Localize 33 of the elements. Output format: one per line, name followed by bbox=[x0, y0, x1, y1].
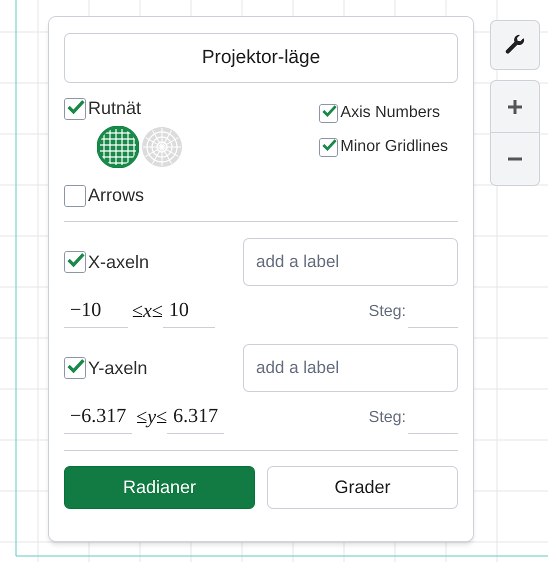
relation-symbol: ≤ bbox=[156, 405, 168, 430]
label-field[interactable]: add a label bbox=[243, 238, 458, 286]
checkbox[interactable] bbox=[64, 251, 86, 273]
variable: x bbox=[142, 299, 152, 324]
max-field[interactable]: 10 bbox=[162, 295, 215, 328]
checkbox[interactable] bbox=[319, 104, 338, 122]
step-label: Steg: bbox=[368, 408, 406, 428]
settings-button[interactable] bbox=[490, 20, 540, 70]
max-field[interactable]: 6.317 bbox=[167, 401, 224, 434]
checkbox[interactable] bbox=[64, 184, 86, 206]
minus-icon bbox=[507, 157, 523, 161]
relation-symbol: ≤ bbox=[152, 299, 163, 324]
degrees-button[interactable]: Grader bbox=[267, 466, 458, 509]
relation-symbol: ≤ bbox=[132, 299, 143, 324]
checkbox-label: Axis Numbers bbox=[340, 103, 440, 123]
checkbox-label: Minor Gridlines bbox=[340, 137, 448, 157]
checkbox-label: Y-axeln bbox=[88, 356, 148, 380]
min-field[interactable]: −6.317 bbox=[64, 401, 132, 434]
square-grid-button[interactable] bbox=[97, 126, 139, 168]
min-field[interactable]: −10 bbox=[64, 295, 128, 328]
variable: y bbox=[147, 405, 156, 430]
wrench-icon bbox=[504, 34, 526, 56]
projector-mode-button[interactable]: Projektor-läge bbox=[64, 33, 458, 83]
checkbox[interactable] bbox=[64, 357, 86, 379]
radians-button[interactable]: Radianer bbox=[64, 466, 255, 509]
checkbox-label: Arrows bbox=[88, 184, 144, 207]
plus-icon bbox=[507, 98, 523, 114]
step-label: Steg: bbox=[368, 302, 406, 322]
label-field[interactable]: add a label bbox=[243, 344, 458, 392]
checkbox-label: Rutnät bbox=[88, 97, 142, 120]
checkbox[interactable] bbox=[64, 98, 86, 120]
checkbox[interactable] bbox=[319, 138, 338, 156]
checkbox-label: X-axeln bbox=[88, 250, 150, 274]
